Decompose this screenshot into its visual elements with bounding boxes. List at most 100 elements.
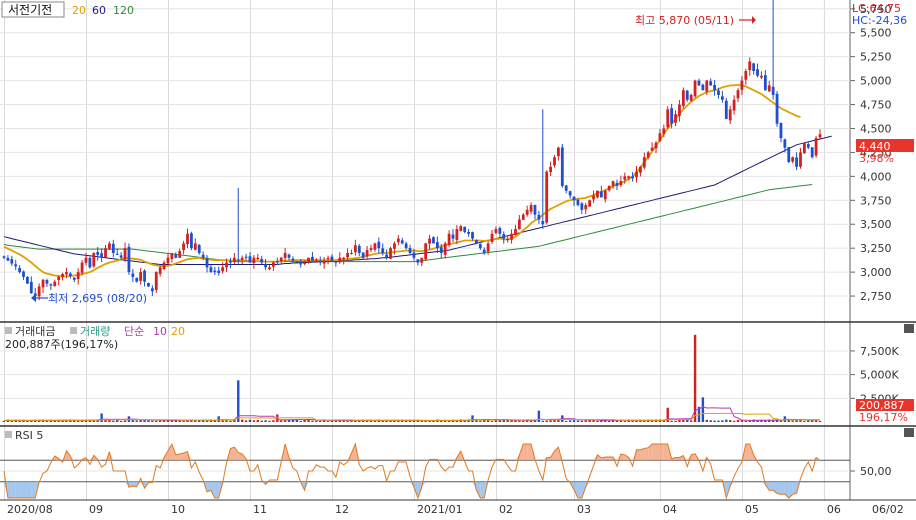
volume-bar bbox=[248, 419, 252, 422]
candle-body bbox=[283, 252, 287, 259]
candle-body bbox=[588, 200, 592, 207]
candle-body bbox=[2, 256, 6, 258]
volume-bar bbox=[252, 420, 256, 422]
volume-bar bbox=[401, 420, 404, 422]
volume-bar bbox=[670, 420, 673, 422]
candle-body bbox=[353, 245, 357, 253]
candle-body bbox=[424, 243, 428, 260]
candle-body bbox=[810, 147, 814, 158]
candle-body bbox=[299, 261, 303, 265]
candle-body bbox=[396, 238, 400, 243]
volume-bar bbox=[45, 420, 49, 422]
rsi-oversold-fill bbox=[769, 481, 774, 491]
rsi-legend-swatch[interactable] bbox=[5, 431, 12, 438]
candle-body bbox=[557, 147, 560, 157]
amount-legend[interactable]: 거래대금 bbox=[15, 325, 55, 338]
rsi-panel-maximize-button[interactable] bbox=[904, 428, 914, 437]
volume-ma20-legend[interactable]: 20 bbox=[171, 325, 185, 338]
volume-bar bbox=[268, 420, 271, 422]
candle-body bbox=[45, 279, 49, 284]
candle-body bbox=[6, 257, 10, 261]
candle-body bbox=[658, 133, 662, 141]
candle-body bbox=[287, 254, 291, 258]
candle-body bbox=[57, 276, 61, 281]
x-tick-label: 10 bbox=[171, 503, 185, 516]
x-tick-label: 02 bbox=[499, 503, 513, 516]
simple-ma-legend[interactable]: 단순 bbox=[124, 325, 144, 338]
volume-bar bbox=[518, 420, 521, 422]
amount-legend-swatch[interactable] bbox=[5, 327, 12, 334]
candle-body bbox=[22, 271, 25, 277]
volume-bar bbox=[744, 420, 748, 422]
price-tick-label: 3,750 bbox=[860, 194, 892, 207]
volume-bar bbox=[791, 420, 794, 422]
volume-bar bbox=[319, 420, 322, 422]
ma20-legend[interactable]: 20 bbox=[72, 4, 86, 17]
volume-bar bbox=[49, 420, 53, 422]
rsi-oversold-fill bbox=[777, 481, 781, 495]
candle-body bbox=[131, 273, 135, 277]
volume-panel-maximize-button[interactable] bbox=[904, 324, 914, 333]
volume-bar bbox=[541, 420, 544, 422]
candle-body bbox=[18, 267, 22, 273]
stock-name: 서전기전 bbox=[8, 3, 52, 17]
volume-tick-label: 7,500K bbox=[860, 345, 899, 358]
rsi-oversold-fill bbox=[480, 481, 485, 498]
volume-bar bbox=[545, 420, 548, 422]
volume-bar bbox=[537, 410, 541, 422]
candle-body bbox=[365, 250, 369, 257]
rsi-overbought-fill bbox=[605, 457, 610, 461]
candle-body bbox=[713, 84, 716, 91]
price-tick-label: 2,750 bbox=[860, 290, 892, 303]
chart-canvas[interactable]: 2,7503,0003,2503,5003,7504,0004,2504,500… bbox=[0, 0, 916, 520]
candle-body bbox=[783, 139, 787, 148]
ma60-legend[interactable]: 60 bbox=[92, 4, 106, 17]
candle-body bbox=[201, 254, 205, 258]
volume-bar bbox=[100, 413, 103, 422]
volume-legend[interactable]: 거래량 bbox=[80, 325, 110, 338]
rsi-oversold-fill bbox=[15, 481, 20, 498]
candle-body bbox=[393, 243, 396, 249]
candle-body bbox=[217, 270, 221, 274]
volume-bar bbox=[420, 420, 423, 422]
x-tick-label: 05 bbox=[745, 503, 759, 516]
rsi-overbought-fill bbox=[640, 448, 645, 461]
candle-body bbox=[674, 114, 677, 123]
candle-body bbox=[197, 245, 201, 253]
ma120-legend[interactable]: 120 bbox=[113, 4, 134, 17]
volume-bar bbox=[686, 419, 689, 422]
candle-body bbox=[108, 243, 111, 249]
stock-chart-window: 2,750 3,000 3,250 3,500 3,750 4,000 4,250 4,500… bbox=[0, 0, 916, 520]
candle-body bbox=[37, 286, 41, 297]
candle-body bbox=[818, 134, 822, 138]
candle-body bbox=[580, 203, 584, 210]
candle-body bbox=[517, 219, 521, 230]
candle-body bbox=[623, 176, 627, 180]
volume-ma10-legend[interactable]: 10 bbox=[153, 325, 167, 338]
candle-body bbox=[619, 181, 623, 186]
candle-body bbox=[92, 252, 96, 267]
candle-body bbox=[756, 69, 759, 76]
candle-body bbox=[244, 256, 248, 258]
candle-body bbox=[342, 257, 346, 260]
rsi-overbought-fill bbox=[656, 444, 660, 461]
candle-body bbox=[232, 257, 236, 263]
volume-bar bbox=[299, 420, 302, 422]
volume-legend-swatch[interactable] bbox=[70, 327, 77, 334]
candle-body bbox=[186, 233, 189, 245]
volume-tick-label: 5,000K bbox=[860, 369, 899, 382]
candle-body bbox=[65, 272, 68, 275]
candle-body bbox=[592, 195, 595, 200]
candle-body bbox=[564, 185, 568, 191]
volume-bar bbox=[373, 420, 377, 422]
hc-readout: HC:-24,36 bbox=[852, 14, 907, 27]
rsi-oversold-fill bbox=[214, 481, 219, 498]
candle-body bbox=[553, 157, 556, 166]
volume-bar bbox=[818, 420, 822, 422]
candle-body bbox=[338, 257, 342, 263]
candle-body bbox=[459, 226, 463, 231]
candle-body bbox=[787, 146, 791, 162]
candle-body bbox=[147, 282, 150, 287]
volume-bar bbox=[736, 419, 740, 422]
volume-bar bbox=[471, 415, 474, 422]
